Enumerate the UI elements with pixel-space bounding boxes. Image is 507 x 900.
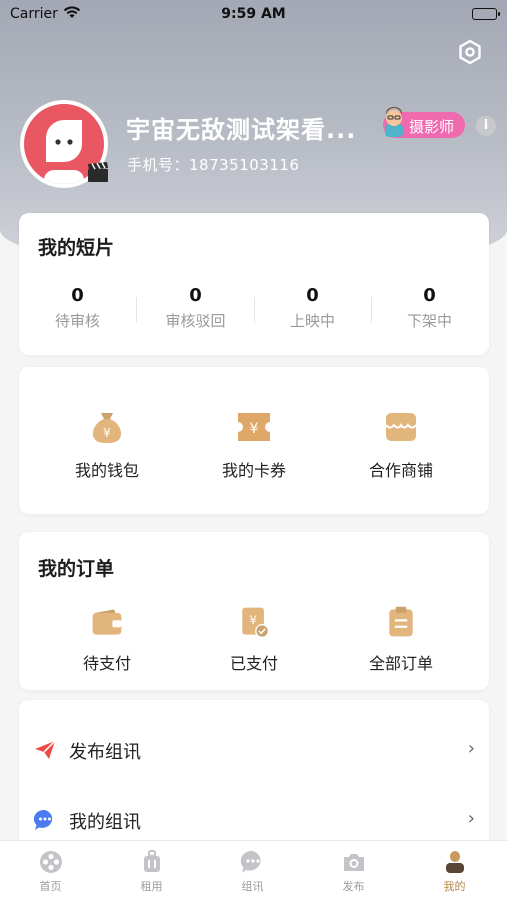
svg-text:¥: ¥ [250, 421, 259, 437]
status-bar: Carrier 9:59 AM [0, 0, 507, 30]
role-badge: 摄影师 [383, 107, 465, 138]
tab-label: 首页 [39, 880, 62, 893]
stat-showing[interactable]: 0 上映中 [254, 285, 371, 331]
paid-button[interactable]: ¥ 已支付 [176, 604, 332, 674]
paper-plane-icon [35, 740, 56, 759]
stat-value: 0 [423, 285, 436, 306]
tab-mine[interactable]: 我的 [404, 849, 505, 894]
publish-casting-label: 发布组讯 [69, 742, 141, 763]
clock: 9:59 AM [221, 6, 286, 22]
my-orders-title: 我的订单 [38, 558, 115, 580]
tab-label: 组讯 [241, 880, 264, 893]
suitcase-icon [143, 850, 160, 872]
stat-label: 待审核 [54, 312, 100, 330]
services-card: ¥ 我的钱包 ¥ 我的卡券 合作商铺 [19, 367, 489, 514]
paid-label: 已支付 [229, 654, 278, 673]
tab-publish[interactable]: 发布 [303, 849, 404, 894]
my-coupons-label: 我的卡券 [221, 461, 286, 480]
tab-home[interactable]: 首页 [0, 849, 101, 894]
film-reel-icon [39, 851, 62, 873]
svg-text:¥: ¥ [103, 426, 111, 440]
coupon-icon: ¥ [238, 413, 270, 441]
phone-number: 手机号：18735103116 [127, 156, 300, 174]
camera-icon [343, 854, 364, 871]
stat-label: 下架中 [406, 312, 452, 330]
all-orders-button[interactable]: 全部订单 [323, 604, 479, 674]
stat-label: 审核驳回 [165, 312, 226, 330]
clapperboard-icon [86, 160, 110, 184]
all-orders-label: 全部订单 [368, 654, 433, 673]
menu-card: 发布组讯 › 我的组讯 › [19, 700, 489, 860]
publish-casting-row[interactable]: 发布组讯 › [19, 730, 489, 770]
money-bag-icon: ¥ [92, 413, 122, 443]
username: 宇宙无敌测试架看... [126, 116, 357, 144]
tab-label: 发布 [342, 880, 365, 893]
stat-value: 0 [71, 285, 84, 306]
paid-receipt-icon: ¥ [242, 607, 270, 638]
partner-shops-button[interactable]: 合作商铺 [323, 407, 479, 481]
stat-value: 0 [189, 285, 202, 306]
pending-payment-button[interactable]: 待支付 [29, 604, 185, 674]
role-label: 摄影师 [409, 118, 455, 136]
tab-rent[interactable]: 租用 [101, 849, 202, 894]
battery-icon [472, 8, 500, 20]
chevron-right-icon: › [467, 808, 475, 829]
info-icon[interactable]: i [476, 116, 496, 136]
partner-shops-label: 合作商铺 [368, 461, 433, 480]
stat-off-shelf[interactable]: 0 下架中 [371, 285, 488, 331]
stat-review-rejected[interactable]: 0 审核驳回 [137, 285, 254, 331]
person-icon [445, 851, 464, 873]
svg-text:¥: ¥ [249, 613, 256, 627]
my-shorts-card: 我的短片 0 待审核 0 审核驳回 0 上映中 0 下架中 [19, 213, 489, 355]
tab-label: 我的 [443, 880, 466, 893]
chat-icon [240, 850, 261, 873]
my-casting-label: 我的组讯 [69, 812, 141, 833]
stat-value: 0 [306, 285, 319, 306]
tab-bar: 首页 租用 组讯 发布 我的 [0, 840, 507, 900]
settings-button[interactable] [456, 38, 484, 66]
tab-label: 租用 [140, 880, 163, 893]
settings-hex-icon [459, 39, 481, 65]
stat-label: 上映中 [289, 312, 335, 330]
tab-casting[interactable]: 组讯 [202, 849, 303, 894]
my-wallet-button[interactable]: ¥ 我的钱包 [29, 407, 185, 481]
my-casting-row[interactable]: 我的组讯 › [19, 800, 489, 840]
chevron-right-icon: › [467, 738, 475, 759]
stat-pending-review[interactable]: 0 待审核 [19, 285, 136, 331]
my-orders-card: 我的订单 待支付 ¥ 已支付 全部订单 [19, 532, 489, 690]
my-wallet-label: 我的钱包 [74, 461, 139, 480]
chat-bubble-icon [33, 809, 53, 830]
my-coupons-button[interactable]: ¥ 我的卡券 [176, 407, 332, 481]
my-shorts-title: 我的短片 [38, 237, 115, 259]
wallet-icon [92, 609, 122, 635]
pending-payment-label: 待支付 [82, 654, 131, 673]
shop-icon [385, 413, 417, 441]
clipboard-icon [389, 606, 413, 637]
photographer-icon [385, 107, 403, 137]
